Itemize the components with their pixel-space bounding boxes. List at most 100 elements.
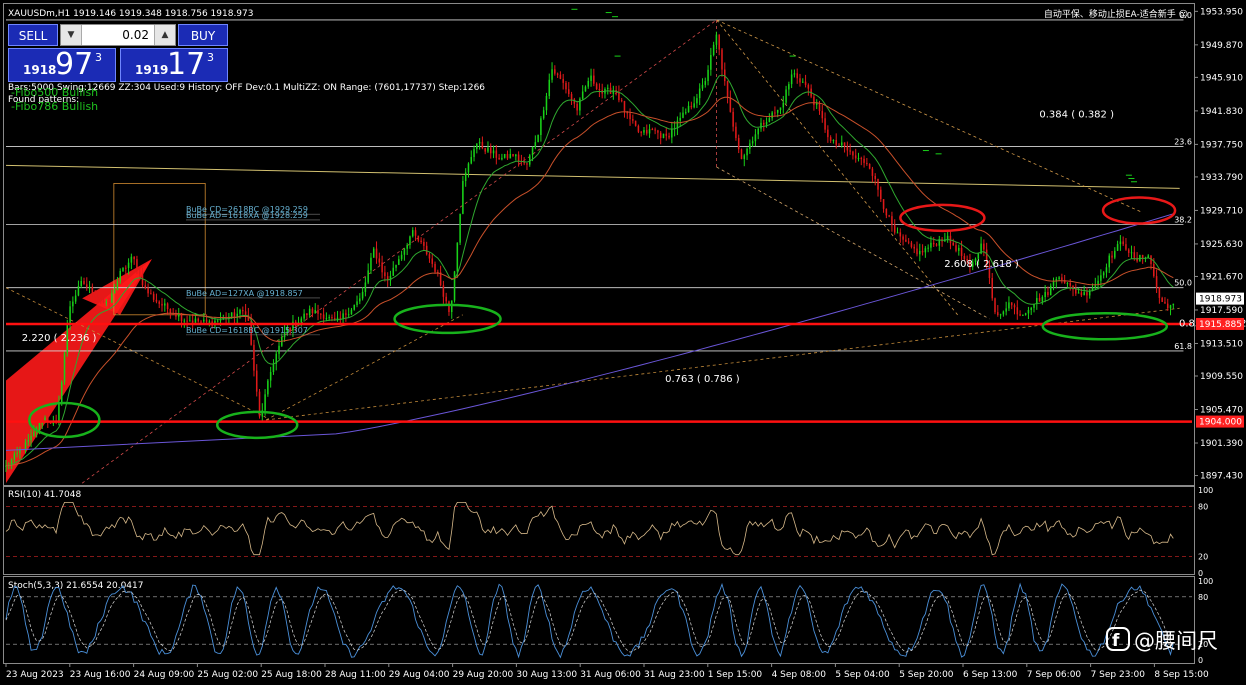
time-tick-label: 31 Aug 23:00 [644, 670, 705, 680]
candle-body [1130, 252, 1133, 254]
time-tick-label: 29 Aug 04:00 [389, 670, 450, 680]
candle-body [863, 158, 865, 163]
fib-level-label: 61.8 [1174, 342, 1192, 351]
buy-button[interactable]: BUY [178, 24, 228, 46]
candle-body [1008, 302, 1010, 309]
candle-body [467, 163, 470, 173]
candle-body [729, 97, 732, 112]
candle-body [175, 313, 177, 317]
candle-body [267, 380, 269, 395]
price-tick-label: 1913.510 [1200, 339, 1243, 349]
lot-size-input[interactable]: 0.02 [83, 25, 153, 45]
candle-body [634, 120, 637, 126]
candle-body [796, 73, 798, 79]
candle-body [487, 147, 489, 152]
candle-body [835, 140, 837, 145]
candle-body [919, 250, 921, 255]
lot-decrease-icon[interactable]: ▼ [61, 25, 82, 45]
candle-body [804, 81, 807, 85]
candle-body [754, 134, 757, 142]
candle-body [420, 240, 422, 243]
candle-body [693, 103, 695, 108]
lot-increase-icon[interactable]: ▲ [154, 25, 175, 45]
buy-price[interactable]: 1919 17 3 [120, 47, 228, 82]
price-axis[interactable]: 1953.950 1949.870 1945.910 1941.830 1937.750… [1194, 7, 1244, 482]
candle-body [515, 154, 517, 157]
candle-body [871, 168, 874, 176]
candle-body [464, 172, 467, 182]
candle-body [409, 236, 411, 245]
candle-body [1127, 249, 1130, 253]
annotation-ellipse [1041, 312, 1169, 341]
candle-body [97, 297, 99, 299]
candle-body [503, 154, 506, 158]
time-tick-label: 4 Sep 08:00 [772, 670, 827, 680]
candle-body [155, 299, 158, 302]
candle-body [133, 256, 135, 260]
sell-button[interactable]: SELL [8, 24, 58, 46]
candle-body [1125, 244, 1127, 250]
candle-body [74, 295, 77, 302]
candle-body [687, 105, 690, 113]
chart-window[interactable]: 0.023.638.250.061.8 BuBe CD=2618BC @1929… [0, 0, 1246, 685]
candle-body [509, 153, 512, 159]
candle-body [643, 130, 645, 133]
candle-body [1136, 257, 1138, 262]
price-tick-label: 1925.630 [1200, 240, 1243, 250]
candle-body [740, 149, 743, 160]
ma-mid-line [6, 96, 1174, 467]
candle-body [425, 245, 428, 255]
candle-body [230, 312, 233, 317]
candle-body [506, 154, 509, 159]
price-tick-label: 1901.390 [1200, 439, 1243, 449]
price-tick-label: 1929.710 [1200, 206, 1243, 216]
candle-body [102, 300, 105, 303]
candle-body [136, 259, 138, 271]
candle-body [448, 301, 450, 312]
candle-body [1077, 292, 1080, 294]
candle-body [852, 151, 854, 156]
fib-level-label: 23.6 [1174, 137, 1192, 146]
candle-body [542, 110, 545, 119]
candle-body [269, 372, 272, 381]
candle-body [138, 270, 141, 275]
harmonic-label: BuBe AD=1618XA @1928.259 [186, 211, 308, 220]
sell-price[interactable]: 1918 97 3 [8, 47, 116, 82]
candle-body [205, 319, 208, 322]
candle-body [1114, 250, 1116, 258]
candle-body [342, 313, 344, 319]
candle-body [1075, 289, 1077, 294]
candle-body [885, 208, 888, 216]
watermark-text: @腰间尺 [1134, 629, 1218, 653]
candle-body [141, 274, 144, 286]
candle-body [501, 157, 503, 160]
fib-level-label: 50.0 [1174, 279, 1192, 288]
candle-body [1133, 252, 1136, 258]
candle-body [551, 69, 553, 80]
candle-body [983, 243, 985, 250]
candle-body [916, 248, 918, 255]
candle-body [453, 271, 456, 301]
lot-size-field[interactable]: ▼ 0.02 ▲ [60, 24, 176, 46]
candle-body [1161, 297, 1163, 302]
candle-body [372, 248, 375, 258]
candle-body [347, 314, 350, 316]
sell-price-base: 1918 [23, 63, 57, 77]
candle-body [161, 303, 163, 306]
candle-body [150, 293, 152, 295]
candle-body [512, 153, 514, 157]
buy-price-base: 1919 [135, 63, 169, 77]
price-tag-label: 1918.973 [1199, 295, 1242, 305]
candle-body [905, 239, 907, 242]
candle-body [1083, 292, 1085, 296]
price-tick-label: 1937.750 [1200, 140, 1243, 150]
candle-body [590, 75, 592, 81]
candle-body [877, 178, 879, 190]
candle-body [1164, 301, 1166, 304]
candle-body [960, 247, 963, 256]
price-tick-label: 1897.430 [1200, 472, 1243, 482]
candle-body [367, 270, 369, 283]
candle-body [746, 148, 748, 156]
candle-body [384, 272, 386, 277]
stoch-frame [3, 576, 1195, 664]
